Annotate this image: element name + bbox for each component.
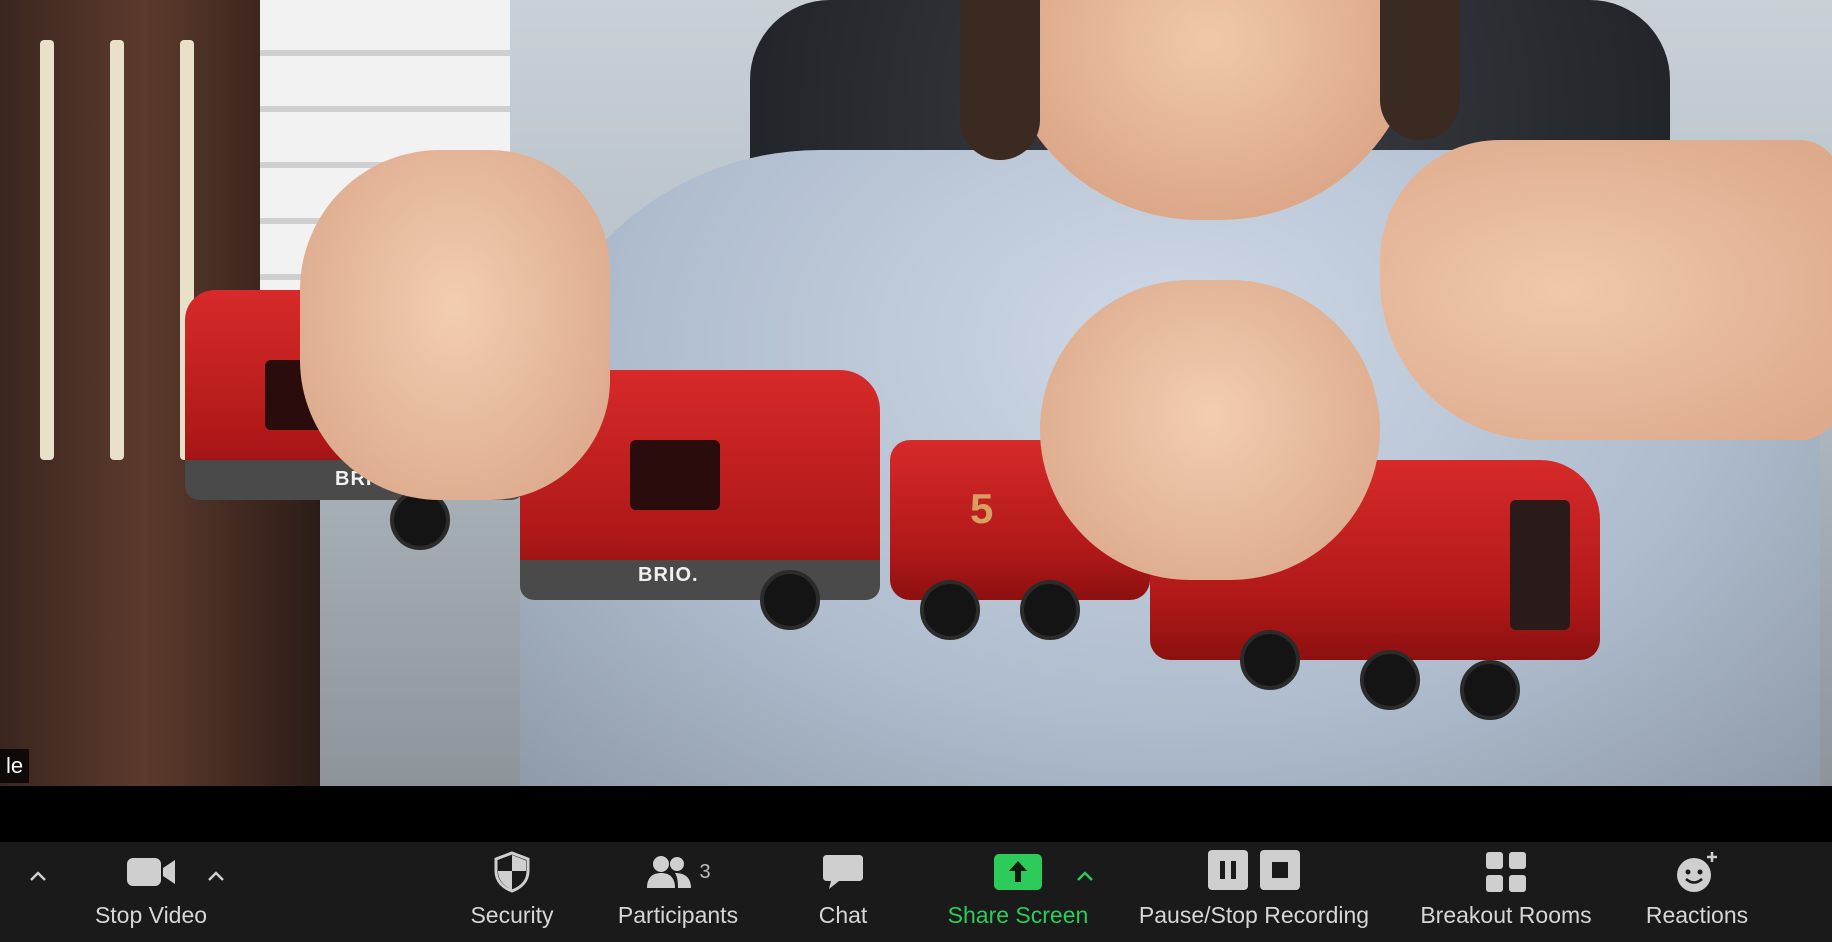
participant-name-tag: le [0,749,30,783]
people-icon [647,856,692,888]
share-arrow-up-icon [994,854,1042,890]
chevron-up-icon [30,871,46,881]
arm [1380,140,1832,440]
grid-icon [1486,852,1526,892]
chat-bubble-icon [823,855,863,889]
breakout-rooms-label: Breakout Rooms [1420,902,1592,928]
stop-icon [1260,849,1300,890]
brio-label: BRIO. [638,564,699,586]
stop-video-label: Stop Video [94,902,208,928]
share-options-caret[interactable] [1074,865,1096,887]
breakout-rooms-button[interactable]: Breakout Rooms [1412,842,1600,942]
security-button[interactable]: Security [460,842,564,942]
chat-button[interactable]: Chat [802,842,884,942]
security-label: Security [470,902,554,928]
video-feed: BRIO BRIO. 5 le [0,0,1832,786]
stop-recording-button[interactable] [1260,849,1300,895]
video-camera-icon [127,858,175,886]
meeting-toolbar: Stop Video Security 3 Participants Chat … [0,842,1832,942]
stop-video-button[interactable]: Stop Video [80,842,222,942]
share-screen-label: Share Screen [947,902,1089,928]
reactions-button[interactable]: Reactions [1640,842,1754,942]
video-letterbox [0,786,1832,842]
pause-icon [1208,849,1248,890]
pause-recording-button[interactable] [1208,849,1248,895]
recording-label: Pause/Stop Recording [1138,902,1370,928]
participants-count: 3 [699,860,711,883]
audio-options-caret[interactable] [27,865,49,887]
share-screen-button[interactable]: Share Screen [940,842,1096,942]
chat-label: Chat [818,902,868,928]
participants-button[interactable]: 3 Participants [608,842,748,942]
hand [300,150,610,500]
reactions-label: Reactions [1645,902,1749,928]
recording-controls: Pause/Stop Recording [1128,842,1380,942]
participants-label: Participants [617,902,739,928]
engine-number: 5 [970,485,994,532]
chevron-up-icon [208,871,224,881]
smiley-plus-icon [1677,852,1717,892]
shield-icon [494,851,530,893]
video-options-caret[interactable] [205,865,227,887]
chevron-up-icon [1077,871,1093,881]
hand [1040,280,1380,580]
